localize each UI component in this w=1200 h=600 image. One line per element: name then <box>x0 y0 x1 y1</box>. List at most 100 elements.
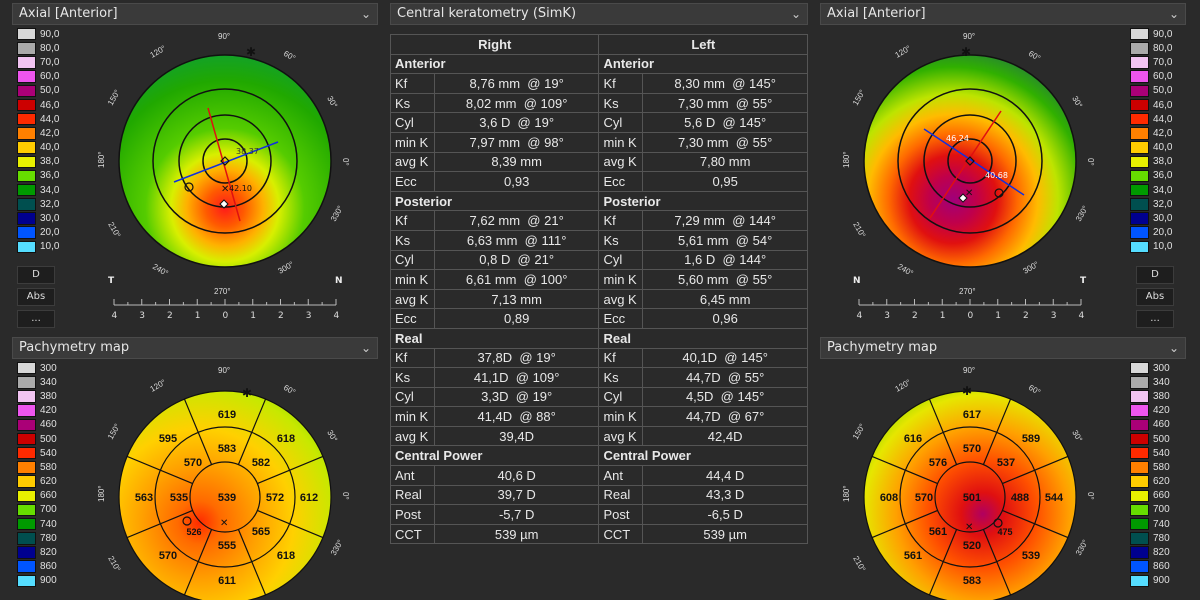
legend-label: 780 <box>1153 532 1170 544</box>
legend-entry: 60,0 <box>17 70 73 84</box>
axis-label-330: 330° <box>1074 204 1090 223</box>
k-value-label: 46.24 <box>946 134 969 143</box>
axis-label-90: 90° <box>963 366 975 375</box>
legend-entry: 30,0 <box>1130 211 1186 225</box>
table-row: Ant 40,6 D Ant 44,4 D <box>390 465 808 486</box>
axis-label-180: 180° <box>97 485 106 502</box>
pachy-outer-value: 612 <box>300 492 318 504</box>
section-title: Real <box>389 327 600 349</box>
pachy-inner-value: 488 <box>1011 492 1029 504</box>
legend-entry: 500 <box>1130 432 1186 446</box>
axis-label-210: 210° <box>106 555 122 574</box>
legend-swatch <box>17 198 36 211</box>
pachy-inner-value: 561 <box>929 526 947 538</box>
more-options-button[interactable]: ... <box>17 310 55 328</box>
legend-entry: 40,0 <box>17 141 73 155</box>
panel-header-pachymetry-right-eye[interactable]: Pachymetry map ⌄ <box>12 337 378 359</box>
k-value-label: 38.37 <box>236 147 259 156</box>
legend-entry: 32,0 <box>1130 197 1186 211</box>
legend-swatch <box>17 503 36 517</box>
legend-entry: 660 <box>1130 489 1186 503</box>
panel-header-axial-right-eye[interactable]: Axial [Anterior] ⌄ <box>12 3 378 25</box>
legend-label: 380 <box>40 390 57 402</box>
panel-header-axial-left-eye[interactable]: Axial [Anterior] ⌄ <box>820 3 1186 25</box>
table-row: min K 7,97 mm @ 98° min K 7,30 mm @ 55° <box>390 131 808 153</box>
chevron-down-icon[interactable]: ⌄ <box>361 4 371 24</box>
pachy-outer-value: 539 <box>1022 550 1040 562</box>
absolute-scale-button[interactable]: Abs <box>17 288 55 306</box>
chevron-down-icon[interactable]: ⌄ <box>1169 4 1179 24</box>
pachymetry-map-left-eye[interactable]: ✕ ✱ 90° 60° 30° 0° 330° 180° 210° 150° 1… <box>835 362 1105 600</box>
legend-label: 34,0 <box>1153 184 1173 196</box>
table-row: avg K 8,39 mm avg K 7,80 mm <box>390 151 808 173</box>
scale-tick-label: 2 <box>167 311 173 321</box>
star-marker: ✱ <box>962 384 972 398</box>
row-value: 5,6 D @ 145° <box>642 112 808 133</box>
legend-label: 460 <box>40 419 57 431</box>
row-label: Kf <box>598 210 644 231</box>
legend-label: 30,0 <box>1153 213 1173 225</box>
legend-swatch <box>1130 574 1149 588</box>
table-row: Ks 8,02 mm @ 109° Ks 7,30 mm @ 55° <box>390 92 808 114</box>
pachy-inner-value: 570 <box>915 492 933 504</box>
diopter-button[interactable]: D <box>1136 266 1174 284</box>
table-section-row: Real Real <box>389 327 808 349</box>
table-row: Cyl 3,3D @ 19° Cyl 4,5D @ 145° <box>390 386 808 408</box>
axis-label-120: 120° <box>149 44 168 60</box>
pachy-inner-value: 570 <box>963 443 981 455</box>
axial-map-left-eye[interactable]: ✕ ✱ 46.24 40.68 90° 60° 30° 0° 330° 300°… <box>835 28 1105 328</box>
row-value: 0,8 D @ 21° <box>433 249 600 271</box>
legend-entry: 90,0 <box>17 27 73 41</box>
chevron-down-icon[interactable]: ⌄ <box>1169 338 1179 358</box>
row-value: 8,39 mm <box>433 151 600 173</box>
row-label: Cyl <box>598 112 644 133</box>
legend-entry: 340 <box>17 375 73 389</box>
legend-swatch <box>17 404 36 417</box>
panel-header-pachymetry-left-eye[interactable]: Pachymetry map ⌄ <box>820 337 1186 359</box>
row-value: 6,61 mm @ 100° <box>433 269 600 290</box>
legend-label: 40,0 <box>1153 142 1173 154</box>
row-label: Post <box>390 504 435 525</box>
legend-swatch <box>1130 376 1149 389</box>
row-value: 8,02 mm @ 109° <box>433 92 600 114</box>
chevron-down-icon[interactable]: ⌄ <box>791 4 801 24</box>
axis-label-0: 0° <box>1086 158 1095 166</box>
diopter-button[interactable]: D <box>17 266 55 284</box>
pachy-outer-value: 583 <box>963 575 981 587</box>
axis-label-0: 0° <box>1086 492 1095 500</box>
row-value: 7,30 mm @ 55° <box>642 131 808 153</box>
axial-map-right-eye[interactable]: ✕ ✱ 38.37 42.10 90° 60° 30° 0° 330° 300°… <box>90 28 360 328</box>
row-label: Real <box>390 484 435 506</box>
scale-tick-label: 1 <box>195 311 201 321</box>
legend-entry: 300 <box>1130 361 1186 375</box>
row-value: 3,6 D @ 19° <box>433 112 600 133</box>
row-label: min K <box>390 269 435 290</box>
legend-label: 500 <box>1153 433 1170 445</box>
row-value: 4,5D @ 145° <box>642 386 808 408</box>
legend-entry: 540 <box>17 446 73 460</box>
legend-label: 660 <box>40 490 57 502</box>
scale-tick-label: 0 <box>968 311 974 321</box>
table-row: CCT 539 µm CCT 539 µm <box>390 523 808 545</box>
pachy-inner-value: 572 <box>266 492 284 504</box>
legend-entry: 90,0 <box>1130 27 1186 41</box>
legend-swatch <box>17 56 36 69</box>
absolute-scale-button[interactable]: Abs <box>1136 288 1174 306</box>
legend-label: 36,0 <box>40 170 60 182</box>
chevron-down-icon[interactable]: ⌄ <box>361 338 371 358</box>
pachy-inner-value: 576 <box>929 457 947 469</box>
cross-marker: ✕ <box>965 188 973 199</box>
pachymetry-map-right-eye[interactable]: ✕ ✱ 90° 60° 30° 0° 330° 180° 210° 150° 1… <box>90 362 360 600</box>
row-label: CCT <box>390 523 435 545</box>
more-options-button[interactable]: ... <box>1136 310 1174 328</box>
legend-entry: 10,0 <box>17 240 73 254</box>
row-value: 44,7D @ 67° <box>642 406 808 427</box>
axis-label-120: 120° <box>149 378 168 394</box>
row-value: 539 µm <box>642 523 808 545</box>
panel-header-keratometry[interactable]: Central keratometry (SimK) ⌄ <box>390 3 808 25</box>
axis-label-60: 60° <box>282 383 297 397</box>
legend-entry: 36,0 <box>1130 169 1186 183</box>
legend-swatch <box>17 98 36 112</box>
legend-swatch <box>1130 475 1149 488</box>
pachy-inner-value: 535 <box>170 492 188 504</box>
